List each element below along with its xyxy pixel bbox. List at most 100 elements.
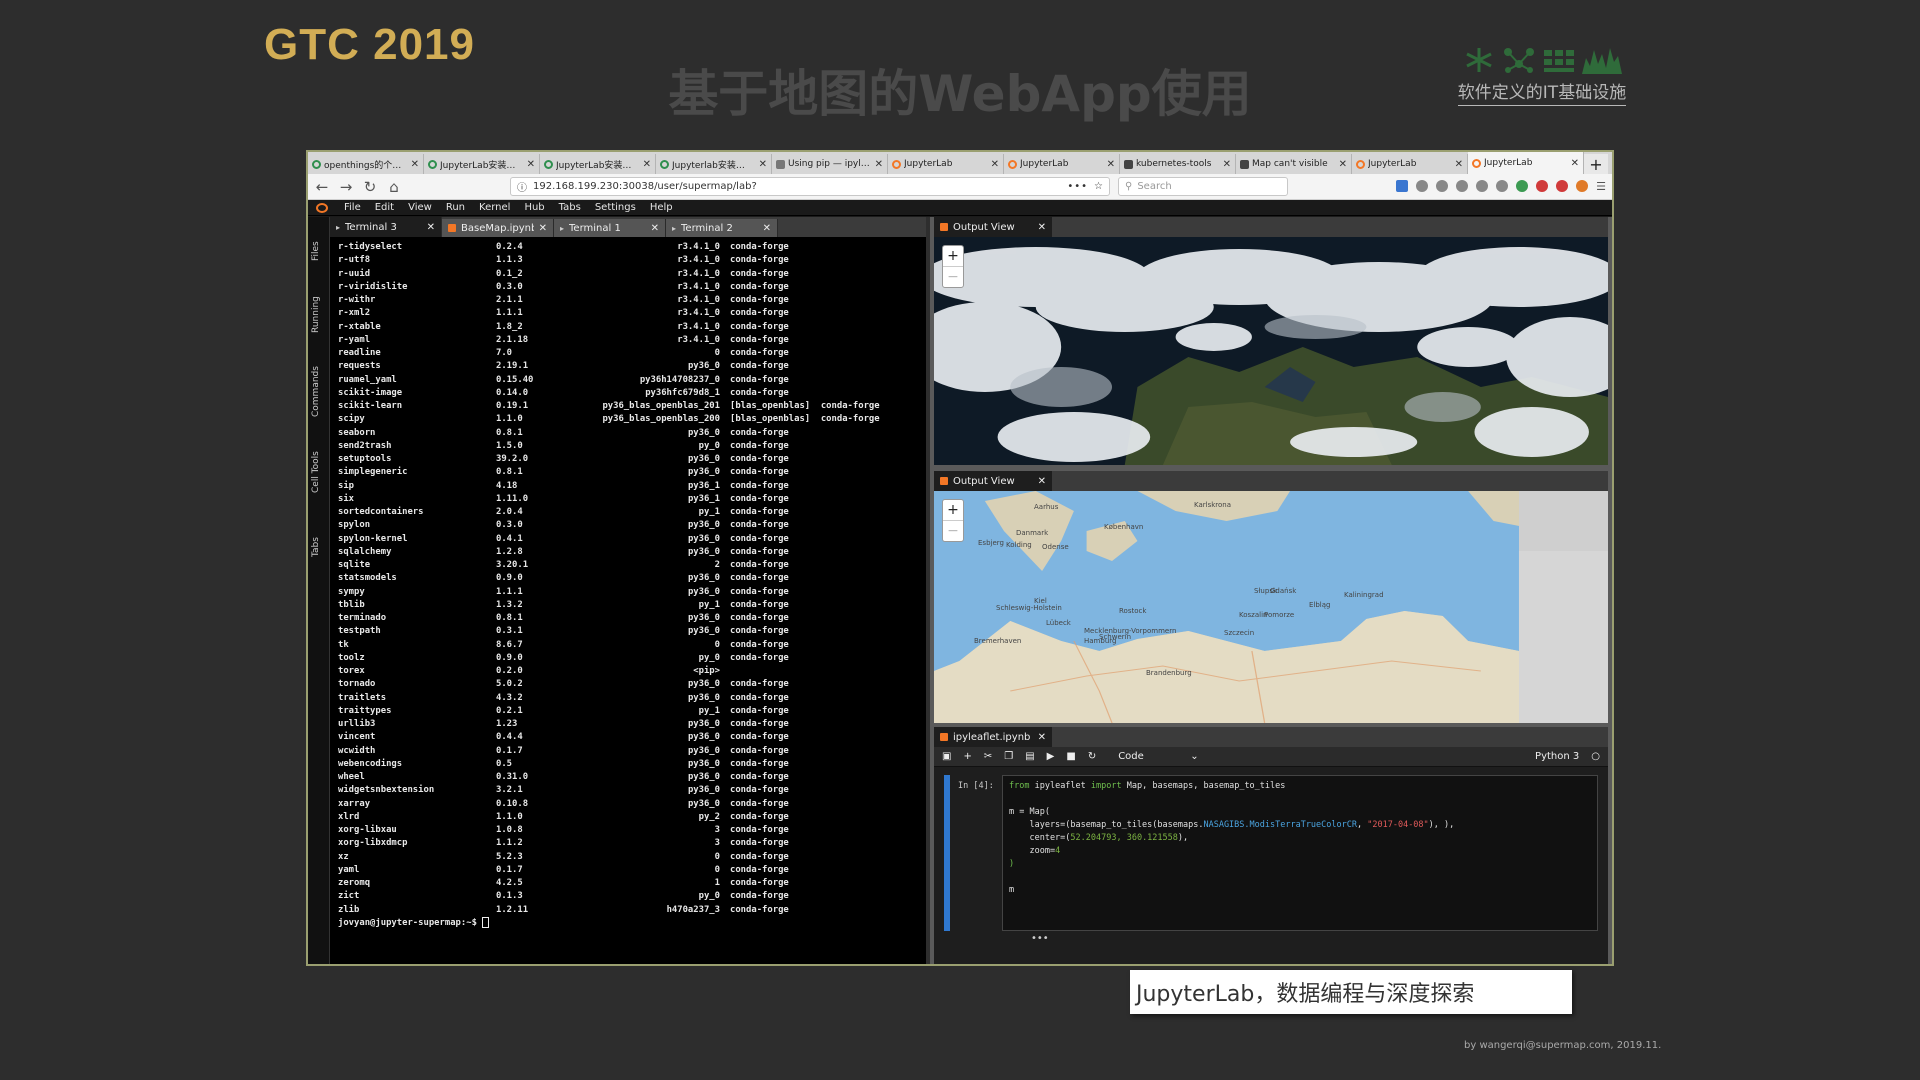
sidebar-tab-running[interactable]: Running xyxy=(311,296,321,333)
zoom-out-button[interactable]: − xyxy=(943,267,963,287)
copy-icon[interactable]: ❐ xyxy=(1004,751,1013,762)
terminal-output[interactable]: r-tidyselect 0.2.4 r3.4.1_0 conda-forge r-ut… xyxy=(330,237,926,964)
bookmark-star-icon[interactable]: ☆ xyxy=(1094,181,1103,192)
browser-tab[interactable]: kubernetes-tools ✕ xyxy=(1120,154,1236,174)
menu-edit[interactable]: Edit xyxy=(375,202,394,213)
sidebar-tab-cell-tools[interactable]: Cell Tools xyxy=(311,451,321,493)
sidebar-tab-files[interactable]: Files xyxy=(311,241,321,261)
browser-tab[interactable]: JupyterLab ✕ xyxy=(888,154,1004,174)
cell-active-bar[interactable] xyxy=(944,775,950,931)
terminal-cell: 1.1.1 xyxy=(496,308,523,319)
tab-output-view-2[interactable]: Output View ✕ xyxy=(934,471,1052,491)
forward-icon[interactable]: → xyxy=(338,178,354,196)
browser-tab[interactable]: Using pip — ipyl… ✕ xyxy=(772,154,888,174)
close-icon[interactable]: ✕ xyxy=(759,159,767,170)
terminal-cell: conda-forge xyxy=(730,745,789,756)
close-icon[interactable]: ✕ xyxy=(1038,476,1046,487)
tab-terminal-1[interactable]: ▸ Terminal 1 ✕ xyxy=(554,219,666,237)
kernel-name[interactable]: Python 3 xyxy=(1535,751,1579,762)
sidebar-icon[interactable] xyxy=(1436,180,1449,192)
sidebar-tab-tabs[interactable]: Tabs xyxy=(311,537,321,557)
close-icon[interactable]: ✕ xyxy=(411,159,419,170)
tab-output-view-1[interactable]: Output View ✕ xyxy=(934,217,1052,237)
close-icon[interactable]: ✕ xyxy=(991,159,999,170)
menu-file[interactable]: File xyxy=(344,202,361,213)
menu-run[interactable]: Run xyxy=(446,202,465,213)
close-icon[interactable]: ✕ xyxy=(1339,159,1347,170)
close-icon[interactable]: ✕ xyxy=(651,223,659,234)
menu-kernel[interactable]: Kernel xyxy=(479,202,510,213)
browser-tab[interactable]: JupyterLab安装… ✕ xyxy=(540,154,656,174)
browser-tab[interactable]: JupyterLab安装… ✕ xyxy=(424,154,540,174)
browser-tab[interactable]: Map can't visible ✕ xyxy=(1236,154,1352,174)
terminal-cell: 0.3.0 xyxy=(496,520,523,531)
code-cell[interactable]: In [4]: from ipyleaflet import Map, base… xyxy=(944,775,1598,931)
browser-tab[interactable]: JupyterLab ✕ xyxy=(1468,152,1584,174)
zoom-in-button[interactable]: + xyxy=(943,246,963,267)
menu-help[interactable]: Help xyxy=(650,202,673,213)
undo-icon[interactable] xyxy=(1456,180,1469,192)
zoom-out-button[interactable]: − xyxy=(943,521,963,541)
close-icon[interactable]: ✕ xyxy=(1455,159,1463,170)
library-icon[interactable] xyxy=(1416,180,1429,192)
close-icon[interactable]: ✕ xyxy=(763,223,771,234)
browser-tab[interactable]: openthings的个… ✕ xyxy=(308,154,424,174)
hamburger-menu-icon[interactable]: ☰ xyxy=(1596,180,1606,193)
menu-settings[interactable]: Settings xyxy=(595,202,636,213)
restart-icon[interactable]: ↻ xyxy=(1088,751,1096,762)
reload-icon[interactable]: ↻ xyxy=(362,178,378,196)
tab-terminal-3[interactable]: ▸ Terminal 3 ✕ xyxy=(330,217,442,237)
browser-tab[interactable]: Jupyterlab安装… ✕ xyxy=(656,154,772,174)
close-icon[interactable]: ✕ xyxy=(1038,222,1046,233)
close-icon[interactable]: ✕ xyxy=(1571,158,1579,169)
close-icon[interactable]: ✕ xyxy=(875,159,883,170)
terminal-prompt-line[interactable]: jovyan@jupyter-supermap:~$ xyxy=(338,916,918,930)
save-icon[interactable]: ▣ xyxy=(942,751,951,762)
browser-tab[interactable]: JupyterLab ✕ xyxy=(1352,154,1468,174)
close-icon[interactable]: ✕ xyxy=(1038,732,1046,743)
menu-hub[interactable]: Hub xyxy=(524,202,544,213)
extension-icon[interactable] xyxy=(1496,180,1509,192)
extension-shield-icon[interactable] xyxy=(1556,180,1569,192)
search-input[interactable]: ⚲ Search xyxy=(1118,177,1288,196)
browser-tab[interactable]: JupyterLab ✕ xyxy=(1004,154,1120,174)
close-icon[interactable]: ✕ xyxy=(539,223,547,234)
cut-icon[interactable]: ✂ xyxy=(984,751,992,762)
tab-terminal-2[interactable]: ▸ Terminal 2 ✕ xyxy=(666,219,778,237)
extension-orange-icon[interactable] xyxy=(1576,180,1589,192)
close-icon[interactable]: ✕ xyxy=(643,159,651,170)
close-icon[interactable]: ✕ xyxy=(1107,159,1115,170)
page-actions-icon[interactable]: ••• xyxy=(1067,181,1088,192)
sidebar-tab-commands[interactable]: Commands xyxy=(311,366,321,417)
extension-red-icon[interactable] xyxy=(1536,180,1549,192)
output-view-tabbar: Output View ✕ xyxy=(934,217,1608,237)
terminal-cell: conda-forge xyxy=(730,480,789,491)
menu-view[interactable]: View xyxy=(408,202,432,213)
home-icon[interactable]: ⌂ xyxy=(386,178,402,196)
code-editor[interactable]: from ipyleaflet import Map, basemaps, ba… xyxy=(1002,775,1598,931)
chevron-down-icon[interactable]: ⌄ xyxy=(1190,751,1198,762)
download-icon[interactable] xyxy=(1396,180,1409,192)
info-icon[interactable]: ⓘ xyxy=(517,179,527,194)
address-bar[interactable]: ⓘ 192.168.199.230:30038/user/supermap/la… xyxy=(510,177,1110,196)
zoom-in-button[interactable]: + xyxy=(943,500,963,521)
tab-ipyleaflet-notebook[interactable]: ipyleaflet.ipynb ✕ xyxy=(934,727,1052,747)
new-tab-button[interactable]: + xyxy=(1584,154,1608,174)
paste-icon[interactable]: ▤ xyxy=(1025,751,1034,762)
close-icon[interactable]: ✕ xyxy=(1223,159,1231,170)
stop-icon[interactable]: ■ xyxy=(1066,751,1075,762)
add-cell-icon[interactable]: + xyxy=(963,751,971,762)
cell-type-select[interactable]: Code xyxy=(1118,751,1178,762)
run-icon[interactable]: ▶ xyxy=(1047,751,1055,762)
extension-green-icon[interactable] xyxy=(1516,180,1529,192)
osm-map[interactable]: Aarhus Danmark København Odense Kolding Esbje… xyxy=(934,491,1608,723)
crop-icon[interactable] xyxy=(1476,180,1489,192)
back-icon[interactable]: ← xyxy=(314,178,330,196)
satellite-map[interactable]: + − xyxy=(934,237,1608,465)
terminal-cell: terminado xyxy=(338,613,387,623)
close-icon[interactable]: ✕ xyxy=(527,159,535,170)
menu-tabs[interactable]: Tabs xyxy=(559,202,581,213)
close-icon[interactable]: ✕ xyxy=(427,222,435,233)
tab-basemap-ipynb[interactable]: BaseMap.ipynb ✕ xyxy=(442,219,554,237)
output-collapsed-ellipsis[interactable]: ••• xyxy=(1031,933,1608,944)
